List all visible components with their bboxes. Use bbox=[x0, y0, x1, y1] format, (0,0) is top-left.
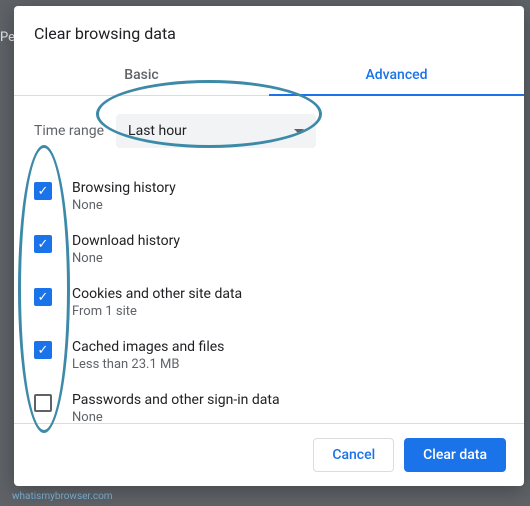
item-label: Cookies and other site data bbox=[72, 286, 242, 302]
backdrop-text: Pe bbox=[0, 30, 15, 45]
item-text: Browsing history None bbox=[72, 180, 176, 213]
item-subtext: None bbox=[72, 198, 176, 213]
cancel-button[interactable]: Cancel bbox=[313, 438, 394, 472]
list-item: Passwords and other sign-in data None bbox=[34, 382, 504, 423]
item-label: Browsing history bbox=[72, 180, 176, 196]
checkbox[interactable]: ✓ bbox=[34, 235, 52, 253]
check-icon: ✓ bbox=[38, 185, 49, 198]
time-range-value: Last hour bbox=[128, 123, 187, 139]
dialog-footer: Cancel Clear data bbox=[14, 423, 524, 486]
list-item: ✓ Download history None bbox=[34, 223, 504, 276]
item-text: Download history None bbox=[72, 233, 180, 266]
checkbox[interactable]: ✓ bbox=[34, 182, 52, 200]
item-subtext: None bbox=[72, 410, 280, 423]
tab-advanced[interactable]: Advanced bbox=[269, 57, 524, 95]
item-subtext: Less than 23.1 MB bbox=[72, 357, 224, 372]
tab-basic[interactable]: Basic bbox=[14, 57, 269, 95]
check-icon: ✓ bbox=[38, 238, 49, 251]
clear-browsing-data-dialog: Clear browsing data Basic Advanced Time … bbox=[14, 6, 524, 486]
backdrop-footer: whatismybrowser.com bbox=[12, 491, 113, 502]
time-range-dropdown[interactable]: Last hour bbox=[116, 114, 316, 148]
checkbox[interactable]: ✓ bbox=[34, 341, 52, 359]
list-item: ✓ Browsing history None bbox=[34, 170, 504, 223]
tab-bar: Basic Advanced bbox=[14, 57, 524, 96]
clear-data-button[interactable]: Clear data bbox=[404, 438, 506, 472]
dialog-content: Time range Last hour ✓ Browsing history No… bbox=[14, 96, 524, 423]
item-subtext: None bbox=[72, 251, 180, 266]
checkbox[interactable] bbox=[34, 394, 52, 412]
time-range-row: Time range Last hour bbox=[34, 114, 504, 148]
item-text: Cached images and files Less than 23.1 MB bbox=[72, 339, 224, 372]
item-label: Cached images and files bbox=[72, 339, 224, 355]
item-text: Passwords and other sign-in data None bbox=[72, 392, 280, 423]
list-item: ✓ Cached images and files Less than 23.1 M… bbox=[34, 329, 504, 382]
check-icon: ✓ bbox=[38, 291, 49, 304]
dialog-title: Clear browsing data bbox=[14, 6, 524, 57]
item-label: Passwords and other sign-in data bbox=[72, 392, 280, 408]
time-range-label: Time range bbox=[34, 123, 104, 139]
checkbox[interactable]: ✓ bbox=[34, 288, 52, 306]
item-label: Download history bbox=[72, 233, 180, 249]
list-item: ✓ Cookies and other site data From 1 site bbox=[34, 276, 504, 329]
item-text: Cookies and other site data From 1 site bbox=[72, 286, 242, 319]
check-icon: ✓ bbox=[38, 344, 49, 357]
item-subtext: From 1 site bbox=[72, 304, 242, 319]
chevron-down-icon bbox=[294, 129, 304, 134]
